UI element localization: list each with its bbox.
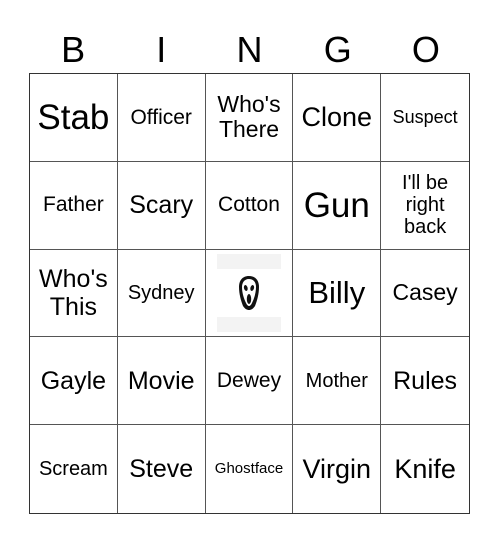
bingo-cell[interactable]: I'll be right back bbox=[381, 162, 469, 250]
bingo-cell-text: Virgin bbox=[302, 453, 372, 484]
bingo-cell[interactable]: Billy bbox=[293, 249, 382, 338]
bingo-cell[interactable]: Scream bbox=[30, 425, 118, 513]
bingo-cell-text: Officer bbox=[130, 105, 192, 129]
bingo-cell-text: I'll be right back bbox=[402, 171, 449, 239]
bingo-cell-text: Ghostface bbox=[214, 459, 284, 477]
header-letter-o: O bbox=[411, 29, 440, 70]
bingo-cell[interactable]: Steve bbox=[118, 425, 206, 513]
bingo-cell-text: Clone bbox=[301, 102, 373, 133]
bingo-cell-text: Gun bbox=[303, 185, 370, 225]
header-letter-i: I bbox=[156, 29, 167, 70]
bingo-cell-text: Steve bbox=[129, 455, 194, 484]
bingo-grid: Stab Officer Who's There Clone Suspect Father… bbox=[29, 73, 470, 514]
bingo-cell[interactable]: Gun bbox=[293, 161, 382, 250]
bingo-cell-text: Dewey bbox=[216, 369, 282, 393]
bingo-cell[interactable]: Who's There bbox=[205, 74, 294, 162]
bingo-cell-text: Billy bbox=[308, 274, 366, 310]
image-band-top bbox=[216, 253, 282, 269]
bingo-cell-text: Stab bbox=[37, 97, 110, 137]
bingo-cell[interactable]: Suspect bbox=[381, 74, 469, 162]
ghostface-mask-icon bbox=[238, 275, 259, 310]
bingo-cell-text: Scary bbox=[129, 191, 194, 220]
bingo-cell[interactable]: Scary bbox=[117, 161, 206, 250]
bingo-cell[interactable]: Dewey bbox=[205, 337, 294, 426]
bingo-cell-text: Cotton bbox=[218, 193, 280, 217]
header-letter-b: B bbox=[61, 29, 86, 70]
bingo-cell-text: Who's There bbox=[217, 90, 281, 143]
bingo-cell[interactable]: Movie bbox=[117, 337, 206, 426]
bingo-cell-text: Father bbox=[43, 193, 104, 217]
bingo-cell[interactable]: Clone bbox=[293, 74, 382, 162]
bingo-cell[interactable]: Rules bbox=[381, 337, 469, 426]
bingo-cell[interactable]: Virgin bbox=[293, 425, 382, 513]
bingo-cell[interactable]: Who's This bbox=[30, 249, 118, 338]
bingo-cell-text: Suspect bbox=[392, 107, 458, 128]
bingo-cell-text: Casey bbox=[392, 279, 458, 306]
bingo-cell[interactable]: Sydney bbox=[117, 249, 206, 338]
bingo-cell[interactable]: Knife bbox=[381, 425, 469, 513]
bingo-cell[interactable]: Casey bbox=[381, 250, 469, 338]
bingo-cell-text: Who's This bbox=[39, 264, 108, 321]
bingo-header: B I N G O bbox=[29, 28, 470, 72]
bingo-cell-text: Rules bbox=[393, 366, 458, 395]
bingo-cell[interactable]: Officer bbox=[117, 74, 206, 162]
bingo-cell-text: Movie bbox=[127, 366, 195, 395]
bingo-cell-text: Sydney bbox=[127, 281, 195, 304]
bingo-cell[interactable]: Ghostface bbox=[206, 425, 294, 513]
bingo-cell[interactable]: Stab bbox=[30, 74, 118, 162]
bingo-cell[interactable]: Gayle bbox=[30, 337, 118, 426]
bingo-cell-text: Mother bbox=[305, 369, 368, 392]
bingo-cell-text: Scream bbox=[38, 457, 108, 480]
bingo-cell[interactable]: Cotton bbox=[205, 161, 294, 250]
bingo-cell[interactable]: Mother bbox=[293, 337, 382, 426]
bingo-cell[interactable]: Father bbox=[30, 161, 118, 250]
header-letter-n: N bbox=[236, 29, 263, 70]
bingo-cell-text: Knife bbox=[394, 453, 456, 484]
image-band-bottom bbox=[216, 317, 282, 333]
bingo-cell-text: Gayle bbox=[40, 366, 107, 395]
bingo-cell-free[interactable] bbox=[205, 249, 294, 338]
header-letter-g: G bbox=[323, 29, 352, 70]
